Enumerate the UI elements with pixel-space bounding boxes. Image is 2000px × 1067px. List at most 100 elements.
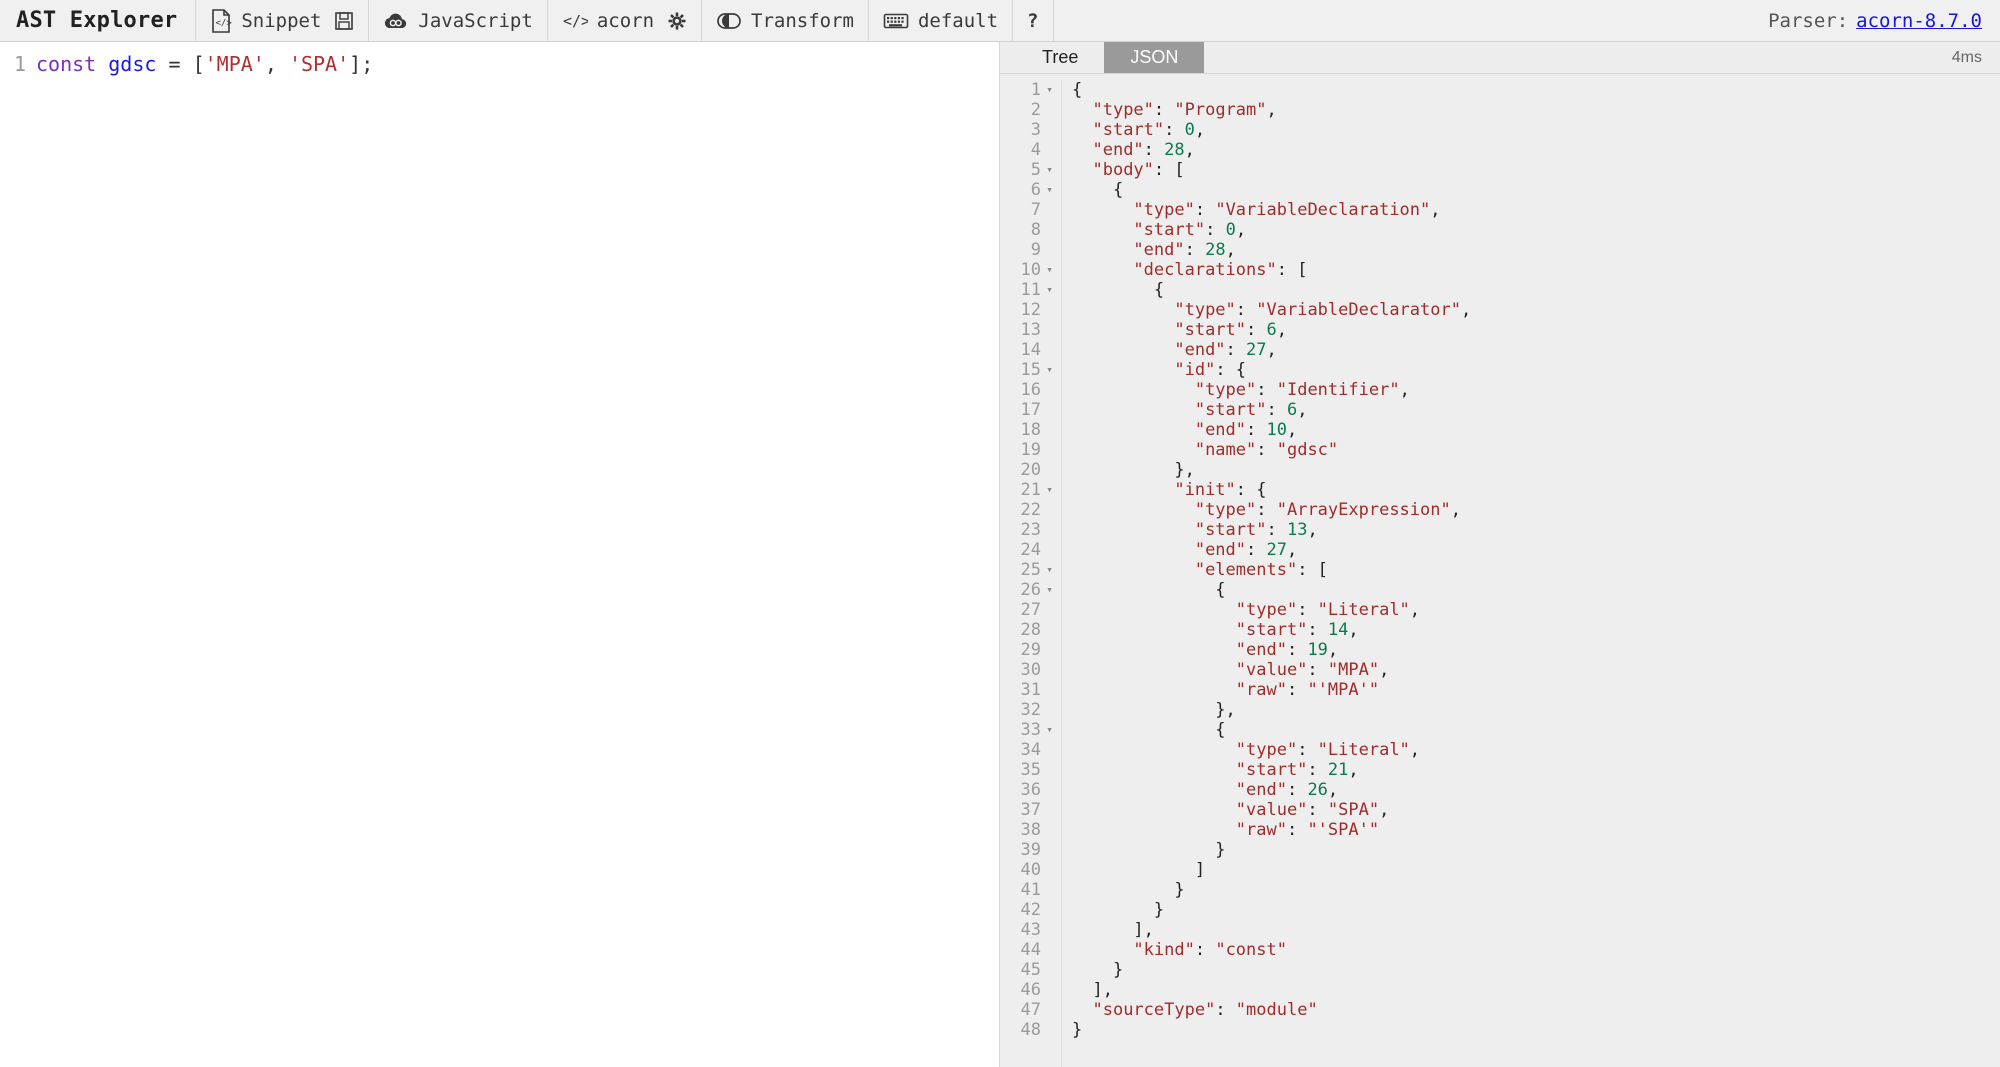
json-gutter-line: 29 bbox=[1000, 640, 1057, 660]
json-code[interactable]: { "type": "Program", "start": 0, "end": … bbox=[1062, 80, 2000, 1067]
json-line: } bbox=[1072, 840, 2000, 860]
json-token-key: "type" bbox=[1133, 200, 1195, 220]
json-token-num: 21 bbox=[1327, 760, 1349, 780]
json-token-key: "type" bbox=[1174, 300, 1236, 320]
json-token-key: "end" bbox=[1092, 140, 1144, 160]
fold-arrow-icon[interactable]: ▾ bbox=[1044, 560, 1055, 580]
json-output-view[interactable]: 1 ▾ 2 3 4 5 ▾ 6 ▾ 7 8 9 10 ▾ 11 ▾ 12 13 14 15 ▾ 16 17 18 19 20 21 ▾… bbox=[1000, 74, 2000, 1067]
tab-tree[interactable]: Tree bbox=[1016, 42, 1105, 73]
json-line-number: 14 bbox=[1020, 340, 1041, 360]
json-line: "start": 14, bbox=[1072, 620, 2000, 640]
json-token-pun: : [ bbox=[1153, 160, 1185, 180]
json-token-key: "declarations" bbox=[1133, 260, 1277, 280]
json-line: "type": "Program", bbox=[1072, 100, 2000, 120]
json-gutter-line: 11 ▾ bbox=[1000, 280, 1057, 300]
json-token-num: 0 bbox=[1225, 220, 1236, 240]
fold-arrow-icon[interactable]: ▾ bbox=[1044, 720, 1055, 740]
json-line: "id": { bbox=[1072, 360, 2000, 380]
json-gutter-line: 30 bbox=[1000, 660, 1057, 680]
json-line: "raw": "'SPA'" bbox=[1072, 820, 2000, 840]
json-token-pun: : bbox=[1297, 740, 1318, 760]
fold-arrow-icon[interactable]: ▾ bbox=[1044, 160, 1055, 180]
toolbar-group-transform[interactable]: Transform bbox=[702, 0, 869, 41]
json-line: "type": "Literal", bbox=[1072, 740, 2000, 760]
help-icon[interactable]: ? bbox=[1027, 10, 1038, 32]
code-source-text[interactable]: const gdsc = ['MPA', 'SPA']; bbox=[36, 50, 373, 78]
json-token-pun: , bbox=[1184, 140, 1195, 160]
json-line: "end": 19, bbox=[1072, 640, 2000, 660]
code-line: 1 const gdsc = ['MPA', 'SPA']; bbox=[0, 42, 999, 78]
json-token-num: 28 bbox=[1205, 240, 1226, 260]
json-line: "kind": "const" bbox=[1072, 940, 2000, 960]
json-gutter-line: 26 ▾ bbox=[1000, 580, 1057, 600]
json-token-pun: } bbox=[1153, 900, 1165, 920]
code-token-2: gdsc bbox=[108, 52, 157, 76]
toolbar-group-language[interactable]: JavaScript bbox=[369, 0, 548, 41]
fold-arrow-icon[interactable]: ▾ bbox=[1044, 480, 1055, 500]
fold-arrow-icon[interactable]: ▾ bbox=[1044, 180, 1055, 200]
toolbar-group-help[interactable]: ? bbox=[1013, 0, 1054, 41]
json-line-number: 10 bbox=[1020, 260, 1041, 280]
json-token-key: "id" bbox=[1174, 360, 1216, 380]
json-token-pun: , bbox=[1235, 220, 1247, 240]
toolbar-group-snippet[interactable]: </> Snippet bbox=[196, 0, 370, 41]
json-gutter-line: 36 bbox=[1000, 780, 1057, 800]
fold-arrow-icon[interactable]: ▾ bbox=[1044, 360, 1055, 380]
javascript-cloud-icon bbox=[383, 10, 409, 32]
json-gutter-line: 33 ▾ bbox=[1000, 720, 1057, 740]
json-token-str: "gdsc" bbox=[1276, 440, 1339, 460]
json-gutter-line: 10 ▾ bbox=[1000, 260, 1057, 280]
json-line: } bbox=[1072, 1020, 2000, 1040]
json-token-num: 10 bbox=[1266, 420, 1287, 440]
json-token-key: "end" bbox=[1194, 420, 1247, 440]
parser-version-link[interactable]: acorn-8.7.0 bbox=[1856, 10, 1982, 32]
json-token-pun: , bbox=[1225, 240, 1236, 260]
code-token-9: 'SPA' bbox=[288, 52, 350, 76]
json-token-key: "end" bbox=[1235, 780, 1287, 800]
json-line: "end": 10, bbox=[1072, 420, 2000, 440]
json-line-number: 42 bbox=[1020, 900, 1041, 920]
json-token-pun: { bbox=[1072, 80, 1083, 100]
toolbar-label-parser: acorn bbox=[596, 9, 655, 32]
json-token-pun: , bbox=[1409, 600, 1421, 620]
parser-info-label: Parser: bbox=[1768, 9, 1849, 32]
fold-arrow-icon[interactable]: ▾ bbox=[1044, 80, 1055, 100]
json-gutter-line: 39 bbox=[1000, 840, 1057, 860]
json-line-number: 30 bbox=[1020, 660, 1041, 680]
json-token-num: 0 bbox=[1184, 120, 1195, 140]
json-token-num: 6 bbox=[1266, 320, 1277, 340]
parser-info: Parser: acorn-8.7.0 bbox=[1768, 0, 2000, 41]
json-token-pun: : bbox=[1205, 220, 1226, 240]
json-line-number: 32 bbox=[1020, 700, 1041, 720]
json-token-str: "module" bbox=[1235, 1000, 1318, 1020]
json-line: { bbox=[1072, 180, 2000, 200]
toolbar-label-transform: Transform bbox=[751, 9, 854, 32]
json-gutter-line: 42 bbox=[1000, 900, 1057, 920]
fold-arrow-icon[interactable]: ▾ bbox=[1044, 260, 1055, 280]
source-editor[interactable]: 1 const gdsc = ['MPA', 'SPA']; bbox=[0, 42, 1000, 1067]
json-gutter-line: 14 bbox=[1000, 340, 1057, 360]
json-token-pun: , bbox=[1307, 520, 1318, 540]
json-token-key: "start" bbox=[1194, 520, 1267, 540]
toolbar-group-parser[interactable]: </> acorn bbox=[548, 0, 703, 41]
json-token-key: "init" bbox=[1174, 480, 1236, 500]
json-line: { bbox=[1072, 720, 2000, 740]
json-token-pun: } bbox=[1112, 960, 1124, 980]
toolbar-group-keymap[interactable]: default bbox=[869, 0, 1014, 41]
json-line-number: 4 bbox=[1030, 140, 1041, 160]
save-icon[interactable] bbox=[330, 11, 354, 31]
tab-json[interactable]: JSON bbox=[1104, 42, 1205, 73]
json-gutter-line: 6 ▾ bbox=[1000, 180, 1057, 200]
fold-arrow-icon[interactable]: ▾ bbox=[1044, 280, 1055, 300]
gear-icon[interactable] bbox=[663, 11, 687, 31]
fold-arrow-icon[interactable]: ▾ bbox=[1044, 580, 1055, 600]
